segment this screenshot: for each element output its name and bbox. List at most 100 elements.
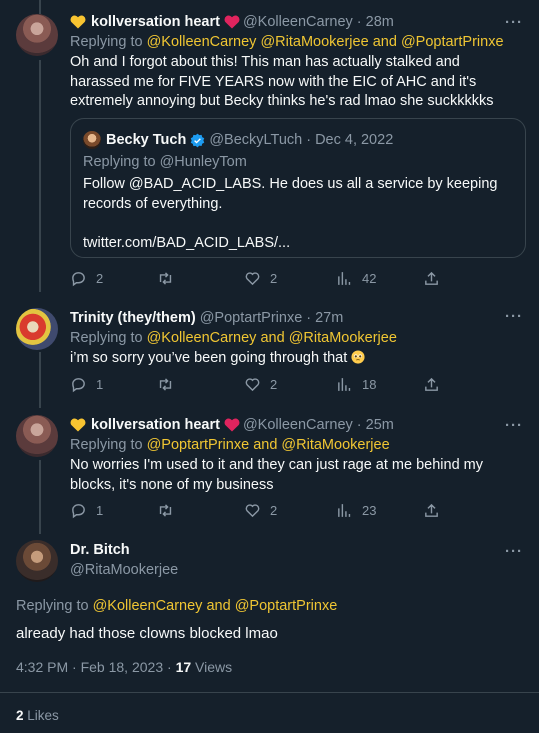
like-button[interactable]: 2 xyxy=(244,502,336,519)
quote-text: Follow @BAD_ACID_LABS. He does us all a … xyxy=(83,176,498,212)
yellow-heart-icon xyxy=(70,418,86,432)
pleading-face-emoji-icon xyxy=(351,350,365,364)
tweet-text: already had those clowns blocked lmao xyxy=(16,625,278,642)
mention-link[interactable]: @RitaMookerjee xyxy=(281,437,389,453)
reply-count: 1 xyxy=(96,502,104,518)
tweet-actions: 1 2 23 xyxy=(70,500,470,520)
divider xyxy=(0,692,539,693)
like-count: 2 xyxy=(270,270,278,286)
likes-total: 2 xyxy=(16,708,24,723)
views-button[interactable]: 18 xyxy=(336,376,423,393)
thread-tweet[interactable]: Trinity (they/them) @PoptartPrinxe · 27m… xyxy=(0,296,539,407)
more-icon[interactable]: ··· xyxy=(505,14,523,31)
retweet-button[interactable] xyxy=(157,502,244,519)
quote-mention: @HunleyTom xyxy=(159,154,247,170)
reply-button[interactable]: 2 xyxy=(70,270,157,287)
mention-link[interactable]: @KolleenCarney xyxy=(147,330,257,346)
tweet-actions: 2 2 42 xyxy=(70,268,470,288)
mention-link[interactable]: @PoptartPrinxe xyxy=(401,34,504,50)
likes-summary[interactable]: 2 Likes xyxy=(16,708,59,723)
share-button[interactable] xyxy=(423,376,449,393)
share-icon xyxy=(425,503,438,517)
avatar[interactable] xyxy=(16,415,58,457)
mention-link[interactable]: @KolleenCarney xyxy=(147,34,257,50)
share-icon xyxy=(425,377,438,391)
tweet-text: i’m so sorry you’ve been going through t… xyxy=(70,349,523,369)
quote-date: Dec 4, 2022 xyxy=(315,132,394,148)
more-icon[interactable]: ··· xyxy=(505,543,523,560)
share-button[interactable] xyxy=(423,502,449,519)
replying-to: Replying to @KolleenCarney @RitaMookerje… xyxy=(70,34,504,50)
views-button[interactable]: 42 xyxy=(336,270,423,287)
reply-button[interactable]: 1 xyxy=(70,376,157,393)
quote-display-name: Becky Tuch xyxy=(106,132,187,148)
separator-dot: · xyxy=(72,659,77,675)
separator-dot: · xyxy=(306,310,312,326)
quote-header: Becky Tuch @BeckyLTuch · Dec 4, 2022 xyxy=(83,130,513,150)
display-name[interactable]: kollversation heart xyxy=(91,417,220,433)
user-handle[interactable]: @RitaMookerjee xyxy=(70,562,178,578)
post-time[interactable]: 4:32 PM xyxy=(16,659,68,675)
quote-link: twitter.com/BAD_ACID_LABS/... xyxy=(83,235,291,251)
yellow-heart-icon xyxy=(70,15,86,29)
reply-button[interactable]: 1 xyxy=(70,502,157,519)
like-button[interactable]: 2 xyxy=(244,270,336,287)
views-total: 17 xyxy=(175,659,192,675)
share-button[interactable] xyxy=(423,270,449,287)
avatar[interactable] xyxy=(16,540,58,582)
retweet-button[interactable] xyxy=(157,270,244,287)
more-icon[interactable]: ··· xyxy=(505,308,523,325)
timestamp[interactable]: 25m xyxy=(366,417,394,433)
retweet-button[interactable] xyxy=(157,376,244,393)
quote-replying-to: Replying to @HunleyTom xyxy=(83,154,247,170)
timestamp[interactable]: 28m xyxy=(366,14,394,30)
timestamp[interactable]: 27m xyxy=(315,310,343,326)
quoted-tweet[interactable]: Becky Tuch @BeckyLTuch · Dec 4, 2022 Rep… xyxy=(70,118,526,258)
tweet-actions: 1 2 18 xyxy=(70,374,470,394)
thread-tweet[interactable]: kollversation heart @KolleenCarney · 28m… xyxy=(0,0,539,296)
display-name[interactable]: Dr. Bitch xyxy=(70,542,130,558)
separator-dot: · xyxy=(167,659,172,675)
display-name[interactable]: kollversation heart xyxy=(91,14,220,30)
post-date[interactable]: Feb 18, 2023 xyxy=(81,659,164,675)
tweet-text: No worries I'm used to it and they can j… xyxy=(70,457,483,493)
likes-label: Likes xyxy=(27,708,59,723)
replying-to: Replying to @KolleenCarney and @RitaMook… xyxy=(70,330,397,346)
mention-conjunction: and xyxy=(253,437,278,453)
user-handle[interactable]: @PoptartPrinxe xyxy=(200,310,303,326)
mention-link[interactable]: @RitaMookerjee xyxy=(260,34,368,50)
replying-to: Replying to @KolleenCarney and @PoptartP… xyxy=(16,598,338,614)
red-heart-icon xyxy=(224,15,240,29)
retweet-icon xyxy=(159,503,172,517)
tweet-text: Oh and I forgot about this! This man has… xyxy=(70,54,494,109)
views-count: 23 xyxy=(362,502,377,518)
thread-tweet[interactable]: kollversation heart @KolleenCarney · 25m… xyxy=(0,405,539,533)
user-handle[interactable]: @KolleenCarney xyxy=(243,14,353,30)
display-name[interactable]: Trinity (they/them) xyxy=(70,310,196,326)
retweet-icon xyxy=(159,377,172,391)
like-count: 2 xyxy=(270,502,278,518)
like-button[interactable]: 2 xyxy=(244,376,336,393)
like-icon xyxy=(245,271,260,285)
separator-dot: · xyxy=(356,14,362,30)
mention-conjunction: and xyxy=(372,34,397,50)
mention-link[interactable]: @RitaMookerjee xyxy=(289,330,397,346)
mention-link[interactable]: @PoptartPrinxe xyxy=(147,437,250,453)
views-icon xyxy=(338,503,351,517)
mention-link[interactable]: @KolleenCarney xyxy=(93,598,203,614)
avatar[interactable] xyxy=(16,308,58,350)
views-button[interactable]: 23 xyxy=(336,502,423,519)
tweet-meta: 4:32 PM · Feb 18, 2023 · 17 Views xyxy=(16,659,232,675)
avatar[interactable] xyxy=(16,14,58,56)
views-icon xyxy=(338,377,351,391)
mention-conjunction: and xyxy=(206,598,231,614)
reply-icon xyxy=(72,503,85,518)
views-count: 42 xyxy=(362,270,377,286)
user-handle[interactable]: @KolleenCarney xyxy=(243,417,353,433)
like-icon xyxy=(245,503,260,517)
mention-link[interactable]: @PoptartPrinxe xyxy=(235,598,338,614)
more-icon[interactable]: ··· xyxy=(505,417,523,434)
verified-badge-icon xyxy=(191,133,205,147)
tweet-header: kollversation heart @KolleenCarney · 25m xyxy=(70,415,523,435)
tweet-header: kollversation heart @KolleenCarney · 28m xyxy=(70,12,523,32)
